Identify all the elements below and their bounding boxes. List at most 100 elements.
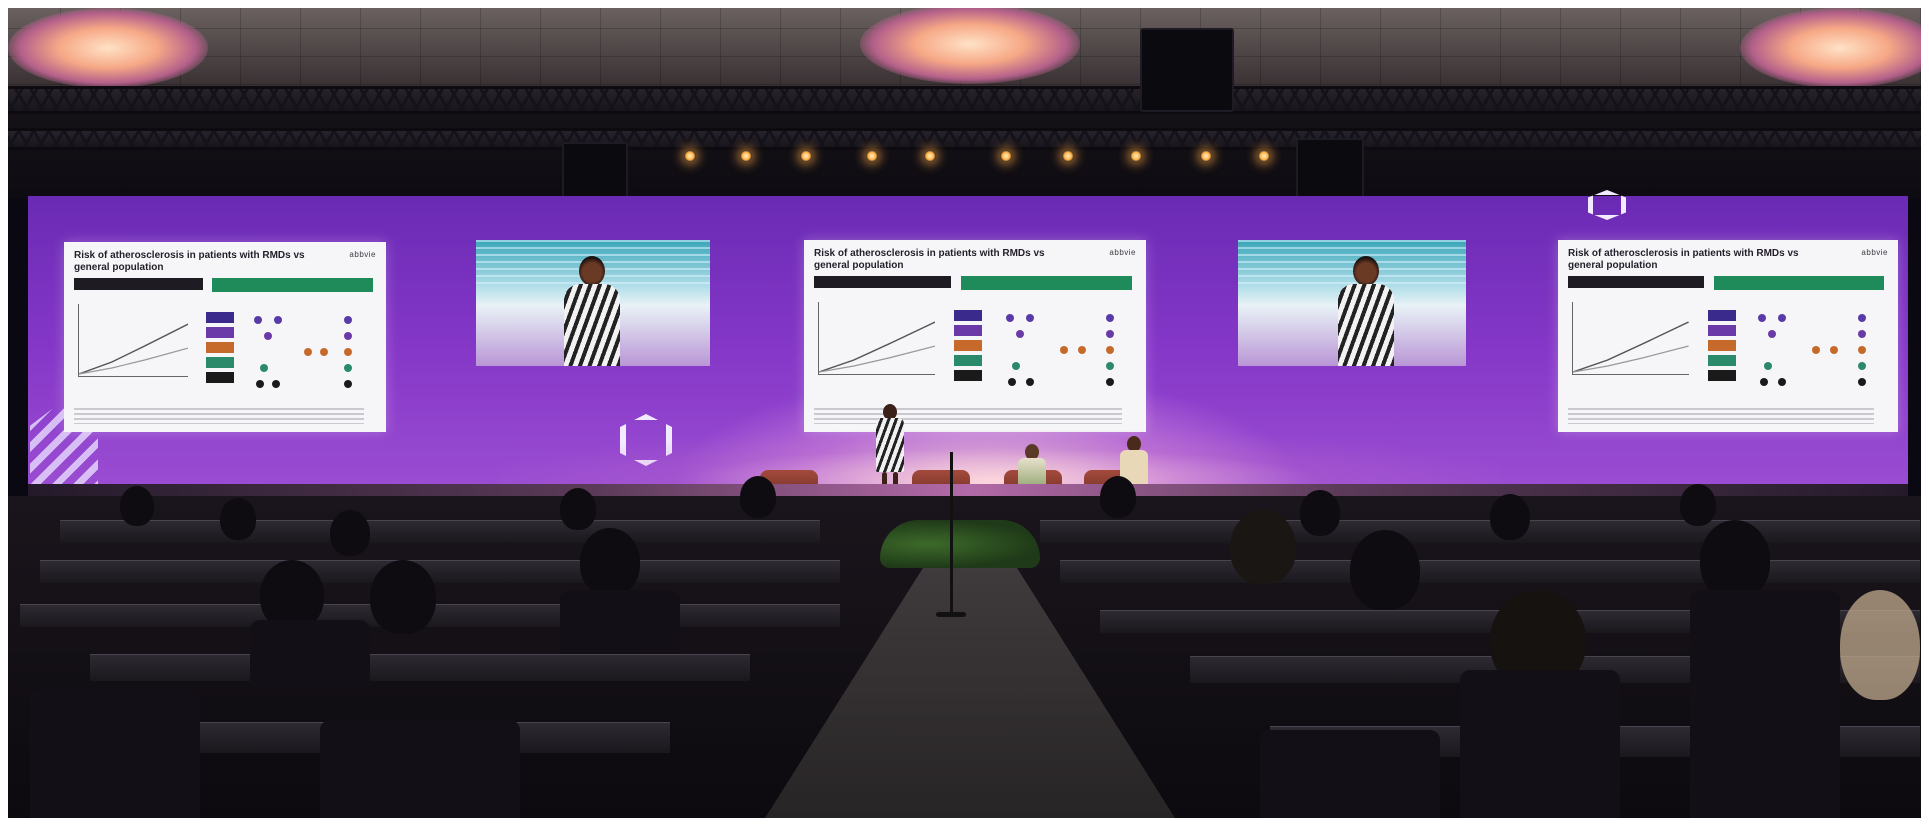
dot: [1858, 346, 1867, 354]
dot: [272, 380, 281, 388]
audience-table: [1040, 520, 1920, 543]
speaker-torso: [564, 284, 620, 366]
slide-dot-plot: [996, 310, 1133, 390]
dot: [1768, 330, 1777, 338]
dot: [1059, 346, 1068, 354]
slide-legend: [205, 312, 234, 387]
slide-subhead-green: [1714, 276, 1885, 290]
slide-title: Risk of atherosclerosis in patients with…: [1568, 248, 1799, 271]
legend-swatch: [205, 342, 234, 353]
dot: [320, 348, 329, 356]
dot: [1105, 330, 1114, 338]
dot: [1105, 362, 1114, 370]
dot: [1760, 378, 1769, 386]
legend-swatch: [205, 372, 234, 383]
attendee-head: [740, 476, 776, 518]
brand-logo: abbvie: [349, 250, 376, 259]
legend-swatch: [1707, 370, 1736, 381]
attendee-head: [560, 488, 596, 530]
video-feed-right: [1238, 240, 1466, 366]
slide-dot-plot: [244, 312, 373, 392]
attendee-head: [1700, 520, 1770, 600]
stage-plants: [880, 520, 1040, 568]
slide-center: Risk of atherosclerosis in patients with…: [804, 240, 1146, 432]
lighting-rig: [0, 108, 1929, 198]
legend-swatch: [1707, 340, 1736, 351]
spotlight: [1200, 150, 1212, 162]
chair-back: [30, 690, 200, 826]
speaker-head: [1353, 256, 1379, 286]
dot: [344, 332, 353, 340]
audience-table: [60, 520, 820, 543]
slide-title: Risk of atherosclerosis in patients with…: [74, 250, 305, 273]
legend-swatch: [954, 355, 983, 366]
spotlight: [800, 150, 812, 162]
attendee-head: [580, 528, 640, 596]
slide-chart: [1572, 302, 1689, 375]
attendee-head: [1840, 590, 1920, 700]
attendee-head: [1350, 530, 1420, 610]
dot: [1105, 378, 1114, 386]
slide-subhead-green: [212, 278, 374, 292]
legend-swatch: [205, 312, 234, 323]
spotlight: [924, 150, 936, 162]
dot: [274, 316, 283, 324]
spotlight: [1130, 150, 1142, 162]
dot: [1830, 346, 1839, 354]
audience-table: [40, 560, 840, 583]
dot: [1015, 330, 1024, 338]
dot: [344, 348, 353, 356]
slide-right: Risk of atherosclerosis in patients with…: [1558, 240, 1898, 432]
attendee-head: [1230, 510, 1296, 584]
slide-subhead: [74, 278, 203, 290]
dot: [1812, 346, 1821, 354]
attendee-head: [220, 498, 256, 540]
dot: [1005, 314, 1014, 322]
projector-center: [1140, 28, 1234, 112]
attendee-body: [560, 590, 680, 650]
dot: [1011, 362, 1020, 370]
speaker-figure: [1330, 256, 1400, 366]
microphone-stand: [950, 452, 953, 617]
attendee-head: [1680, 484, 1716, 526]
slide-legend: [1707, 310, 1736, 385]
dot: [344, 380, 353, 388]
dot: [254, 316, 263, 324]
slide-title: Risk of atherosclerosis in patients with…: [814, 248, 1045, 271]
microphone-stand-base: [936, 612, 966, 617]
legend-swatch: [954, 370, 983, 381]
attendee-head: [330, 510, 370, 556]
dot: [1778, 314, 1787, 322]
legend-swatch: [1707, 355, 1736, 366]
slide-left: Risk of atherosclerosis in patients with…: [64, 242, 386, 432]
slide-footnote: [814, 408, 1122, 424]
dot: [1007, 378, 1016, 386]
dot: [1025, 378, 1034, 386]
slide-chart: [818, 302, 936, 375]
brand-logo: abbvie: [1861, 248, 1888, 257]
dot: [344, 316, 353, 324]
slide-legend: [954, 310, 983, 385]
chart-lines: [819, 321, 936, 373]
spotlight: [1000, 150, 1012, 162]
attendee-head: [1100, 476, 1136, 518]
dot: [1858, 330, 1867, 338]
video-feed-left: [476, 240, 710, 366]
spotlight: [866, 150, 878, 162]
audience-table: [1060, 560, 1920, 583]
spotlight: [1062, 150, 1074, 162]
presenter-dress: [876, 418, 904, 472]
slide-footnote: [1568, 408, 1874, 424]
brand-logo: abbvie: [1109, 248, 1136, 257]
slide-subhead: [1568, 276, 1704, 288]
dot: [1858, 378, 1867, 386]
dot: [264, 332, 273, 340]
dot: [1025, 314, 1034, 322]
dot: [1858, 362, 1867, 370]
attendee-body: [1460, 670, 1620, 826]
truss-lower: [0, 128, 1929, 150]
chart-lines: [79, 323, 189, 375]
attendee-body: [250, 620, 370, 690]
legend-swatch: [954, 340, 983, 351]
dot: [1105, 314, 1114, 322]
